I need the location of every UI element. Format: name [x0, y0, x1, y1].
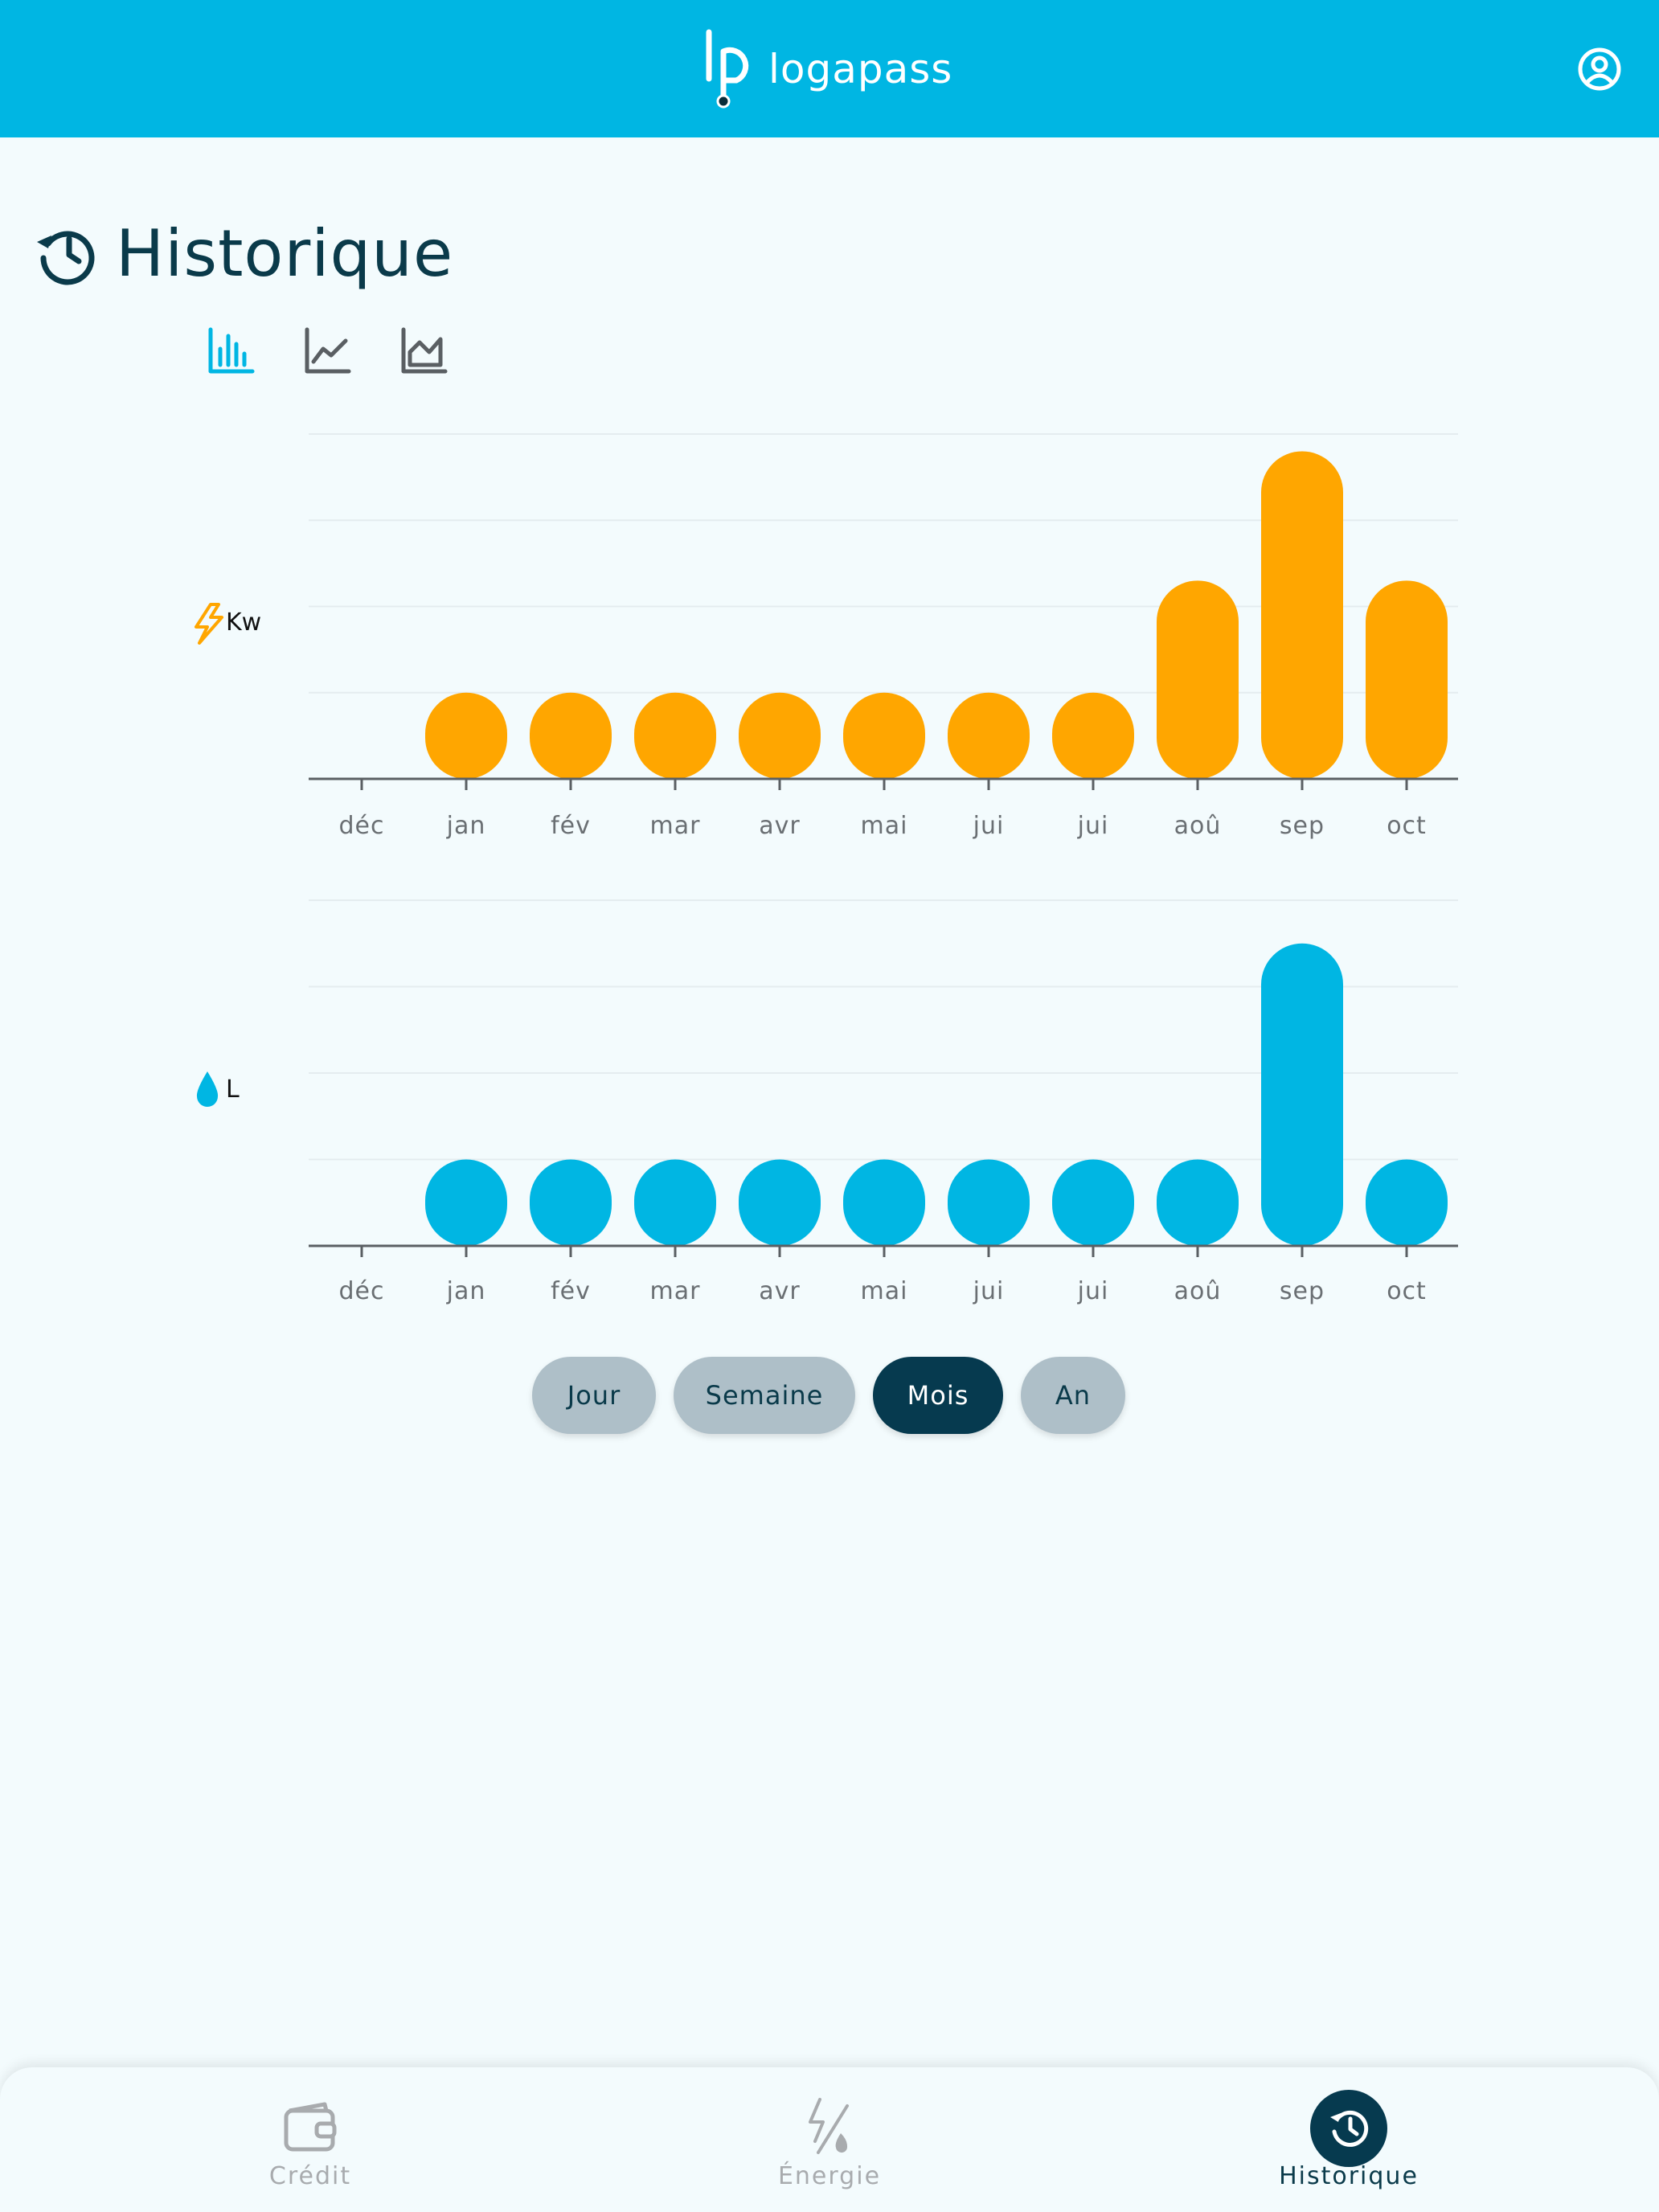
tick-label: jui	[1077, 812, 1109, 840]
bar-mar	[634, 692, 716, 779]
bar-aoû	[1157, 580, 1239, 779]
bar-jan	[425, 1159, 507, 1246]
water-drop-icon	[196, 1071, 219, 1107]
tick-label: mar	[650, 1277, 701, 1305]
tick-label: mar	[650, 812, 701, 840]
nav-item-energie[interactable]: Énergie	[669, 2067, 990, 2212]
nav-item-credit[interactable]: Crédit	[150, 2067, 471, 2212]
wallet-icon	[284, 2102, 337, 2152]
tick-label: jui	[973, 1277, 1005, 1305]
tick-label: déc	[339, 812, 385, 840]
tick-label: jan	[446, 812, 486, 840]
bar-mai	[843, 692, 925, 779]
bar-avr	[739, 1159, 821, 1246]
bar-mai	[843, 1159, 925, 1246]
bar-jui	[1052, 692, 1134, 779]
bar-jui	[948, 692, 1030, 779]
nav-label-energie: Énergie	[777, 2162, 882, 2190]
tick-label: jan	[446, 1277, 486, 1305]
bar-oct	[1366, 580, 1448, 779]
bar-fév	[530, 692, 612, 779]
bar-jui	[948, 1159, 1030, 1246]
bar-fév	[530, 1159, 612, 1246]
bar-mar	[634, 1159, 716, 1246]
nav-label-historique: Historique	[1279, 2162, 1419, 2190]
tick-label: avr	[759, 1277, 800, 1305]
nav-label-credit: Crédit	[268, 2162, 352, 2190]
unit-label: L	[226, 1075, 240, 1104]
tick-label: déc	[339, 1277, 385, 1305]
bar-sep	[1261, 451, 1343, 779]
tick-label: mai	[861, 1277, 908, 1305]
tick-label: oct	[1387, 1277, 1427, 1305]
tick-label: oct	[1387, 812, 1427, 840]
nav-item-historique[interactable]: Historique	[1188, 2067, 1509, 2212]
range-tab-semaine[interactable]: Semaine	[674, 1357, 855, 1434]
bar-oct	[1366, 1159, 1448, 1246]
tick-label: jui	[973, 812, 1005, 840]
tick-label: fév	[551, 1277, 591, 1305]
lightning-icon	[195, 603, 223, 645]
tick-label: jui	[1077, 1277, 1109, 1305]
tick-label: sep	[1280, 812, 1325, 840]
unit-label: Kw	[226, 608, 261, 637]
bar-jan	[425, 692, 507, 779]
range-tab-mois[interactable]: Mois	[873, 1357, 1003, 1434]
chart-water: déc jan fév mar avr mai jui jui aoû sep oct L	[196, 899, 1458, 1305]
energy-water-icon	[809, 2098, 849, 2154]
chart-energy: déc jan fév mar avr mai jui jui aoû sep oct Kw	[195, 433, 1458, 840]
tick-label: aoû	[1174, 1277, 1222, 1305]
range-tab-jour[interactable]: Jour	[532, 1357, 656, 1434]
range-tab-an[interactable]: An	[1021, 1357, 1125, 1434]
consumption-charts: déc jan fév mar avr mai jui jui aoû sep oct Kw déc ja…	[195, 433, 1458, 1305]
tick-label: fév	[551, 812, 591, 840]
tick-label: sep	[1280, 1277, 1325, 1305]
tick-label: mai	[861, 812, 908, 840]
history-icon	[1310, 2090, 1387, 2167]
bar-avr	[739, 692, 821, 779]
bar-aoû	[1157, 1159, 1239, 1246]
bottom-nav: Crédit Énergie Historique	[0, 2067, 1659, 2212]
bar-sep	[1261, 943, 1343, 1246]
tick-label: avr	[759, 812, 800, 840]
tick-label: aoû	[1174, 812, 1222, 840]
bar-jui	[1052, 1159, 1134, 1246]
